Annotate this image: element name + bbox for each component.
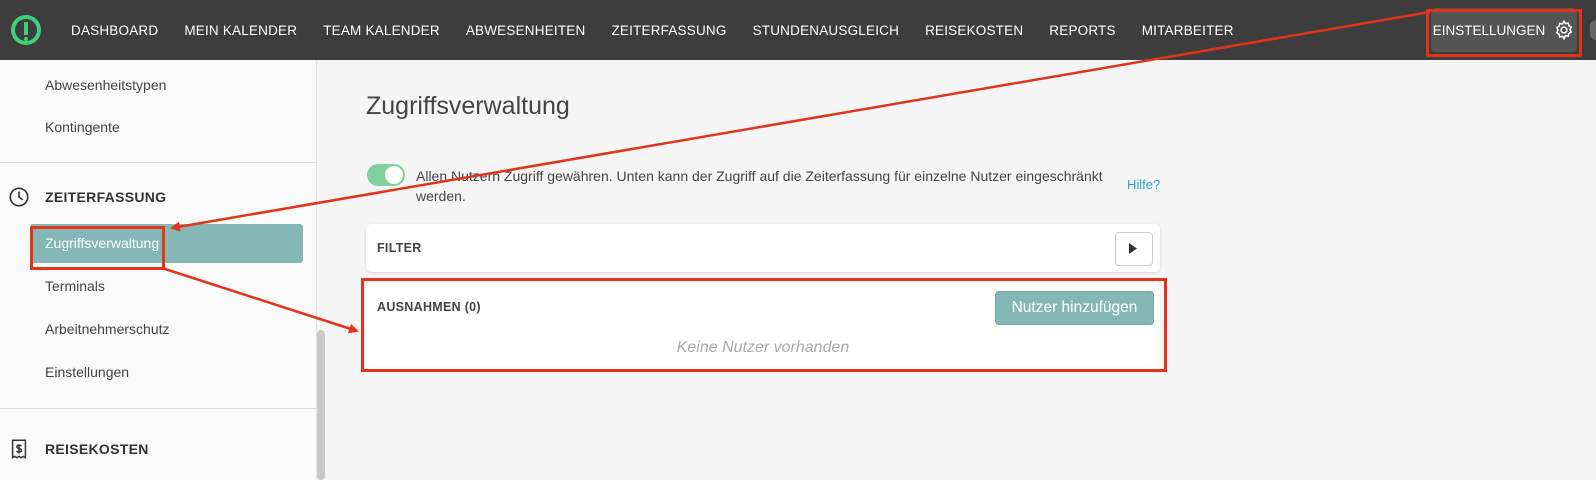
toggle-knob (385, 166, 403, 184)
sidebar-item-abwesenheitstypen[interactable]: Abwesenheitstypen (45, 77, 166, 93)
nav-item-reports[interactable]: REPORTS (1036, 0, 1128, 60)
help-link[interactable]: Hilfe? (1127, 177, 1160, 192)
highlight-sidebar-item (30, 226, 165, 270)
sidebar-divider (0, 408, 316, 409)
nav-item-team-kalender[interactable]: TEAM KALENDER (310, 0, 453, 60)
page-title: Zugriffsverwaltung (366, 92, 570, 120)
sidebar-item-einstellungen[interactable]: Einstellungen (45, 364, 129, 380)
nav-item-dashboard[interactable]: DASHBOARD (58, 0, 171, 60)
grant-all-access-toggle[interactable] (367, 164, 405, 186)
sidebar-section-label: ZEITERFASSUNG (45, 189, 167, 205)
sidebar-section-zeiterfassung: ZEITERFASSUNG (0, 182, 316, 212)
nav-item-abwesenheiten[interactable]: ABWESENHEITEN (453, 0, 599, 60)
highlight-settings (1426, 9, 1582, 57)
sidebar-item-arbeitnehmerschutz[interactable]: Arbeitnehmerschutz (45, 321, 170, 337)
nav-item-reisekosten[interactable]: REISEKOSTEN (912, 0, 1036, 60)
sidebar-item-kontingente[interactable]: Kontingente (45, 119, 120, 135)
filter-expand-button[interactable] (1115, 232, 1153, 266)
play-icon (1129, 243, 1137, 254)
nav-item-zeiterfassung[interactable]: ZEITERFASSUNG (598, 0, 739, 60)
app-logo-icon[interactable] (10, 14, 42, 46)
sidebar-scrollbar[interactable] (317, 330, 325, 480)
highlight-exceptions (361, 278, 1167, 372)
sidebar-section-reisekosten: REISEKOSTEN (0, 434, 316, 464)
filter-label: FILTER (377, 241, 422, 255)
top-navigation-bar: DASHBOARD MEIN KALENDER TEAM KALENDER AB… (0, 0, 1596, 60)
user-avatar-edge[interactable] (1590, 20, 1596, 40)
clock-icon (9, 187, 29, 207)
nav-item-mein-kalender[interactable]: MEIN KALENDER (171, 0, 310, 60)
nav-item-stundenausgleich[interactable]: STUNDENAUSGLEICH (740, 0, 912, 60)
sidebar-divider (0, 162, 316, 163)
sidebar-section-label: REISEKOSTEN (45, 441, 149, 457)
receipt-icon (11, 439, 27, 460)
nav-item-mitarbeiter[interactable]: MITARBEITER (1129, 0, 1247, 60)
filter-panel: FILTER (366, 224, 1160, 272)
access-description: Allen Nutzern Zugriff gewähren. Unten ka… (416, 168, 1103, 204)
settings-sidebar: Abwesenheitstypen Kontingente ZEITERFASS… (0, 60, 317, 480)
main-nav: DASHBOARD MEIN KALENDER TEAM KALENDER AB… (58, 0, 1247, 60)
sidebar-item-terminals[interactable]: Terminals (45, 278, 105, 294)
